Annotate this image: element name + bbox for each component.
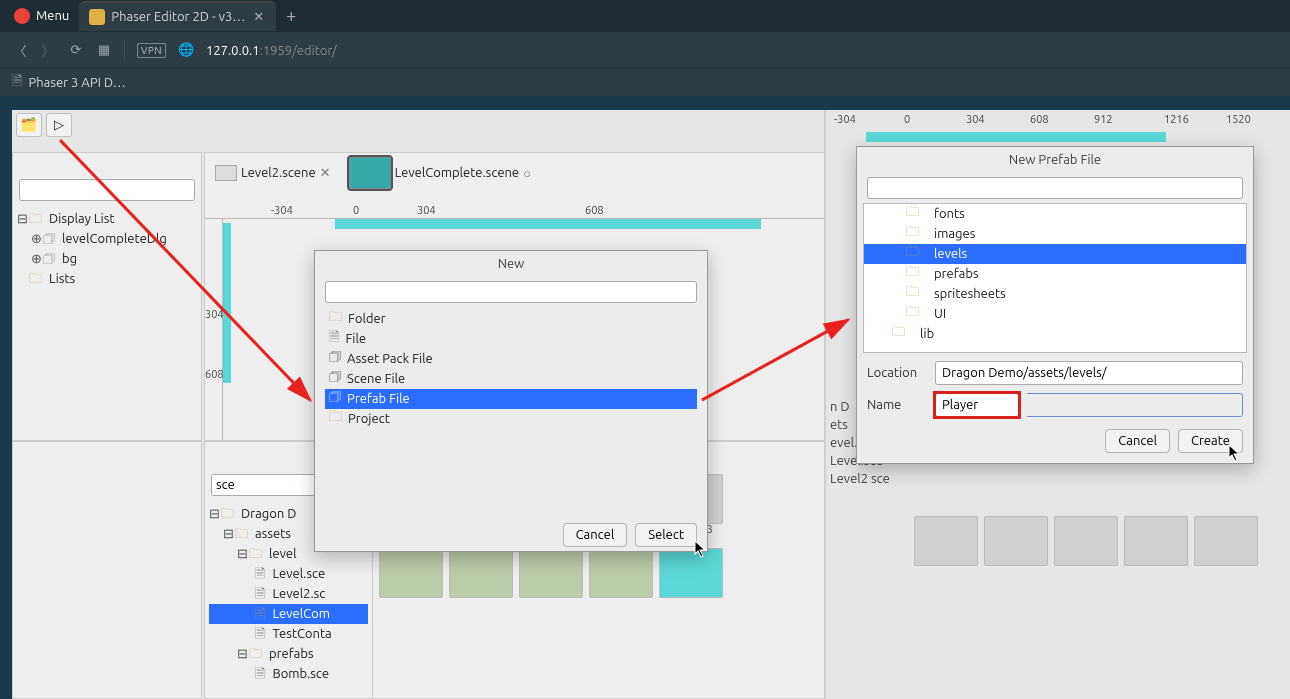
ruler-extent-r xyxy=(866,132,1166,142)
tab-bar: Menu Phaser Editor 2D - v3… ✕ + xyxy=(0,0,1290,32)
cancel-button[interactable]: Cancel xyxy=(1105,429,1170,453)
name-input-extend[interactable] xyxy=(1027,393,1243,417)
scene-tab-label: Level2.scene xyxy=(241,166,316,180)
list-item-assetpack[interactable]: 🗇Asset Pack File xyxy=(325,349,697,369)
tree-row: 🗀 Lists xyxy=(17,269,197,289)
tab-close-icon[interactable]: ✕ xyxy=(251,10,266,25)
address-text[interactable]: 127.0.0.1:1959/editor/ xyxy=(206,42,337,58)
forward-icon[interactable]: 〉 xyxy=(40,41,56,60)
scene-thumb xyxy=(349,157,391,189)
scene-tab-levelcomplete[interactable]: LevelComplete.scene ○ xyxy=(345,155,535,191)
scene-tabs: Level2.scene ✕ LevelComplete.scene ○ xyxy=(211,155,535,191)
tree-row: spritesheets xyxy=(864,284,1246,304)
prefab-folder-tree[interactable]: fonts images levels prefabs spritesheets… xyxy=(863,203,1247,353)
cursor-icon xyxy=(1228,444,1242,464)
ruler-extent xyxy=(335,219,761,229)
play-button[interactable]: ▷ xyxy=(46,113,72,137)
thumb-placeholder[interactable] xyxy=(914,516,978,566)
opera-icon xyxy=(14,8,30,24)
tree-row: prefabs xyxy=(864,264,1246,284)
dialog-buttons: Cancel Select xyxy=(315,515,707,557)
tree-row-selected: LevelCom xyxy=(209,604,368,624)
bookmark-item[interactable]: Phaser 3 API D… xyxy=(28,76,125,90)
menu-label: Menu xyxy=(36,9,69,23)
speed-dial-icon[interactable]: ▦ xyxy=(96,43,112,58)
tree-row: Level.sce xyxy=(209,564,368,584)
omnibar: 〈 〉 ⟳ ▦ VPN 🌐 127.0.0.1:1959/editor/ xyxy=(0,32,1290,68)
dialog-new: New Folder File 🗇Asset Pack File 🗇Scene … xyxy=(314,250,708,552)
cancel-button[interactable]: Cancel xyxy=(563,523,628,547)
thumb-placeholder[interactable] xyxy=(1194,516,1258,566)
scene-tab-label: LevelComplete.scene xyxy=(395,166,520,180)
tree-row: UI xyxy=(864,304,1246,324)
globe-icon: 🌐 xyxy=(178,43,194,58)
tree-row-selected: levels xyxy=(864,244,1246,264)
dialog-filter-input[interactable] xyxy=(325,281,697,303)
tab-title: Phaser Editor 2D - v3… xyxy=(111,10,245,24)
dialog-new-list[interactable]: Folder File 🗇Asset Pack File 🗇Scene File… xyxy=(325,309,697,509)
files-thumbs-r[interactable] xyxy=(908,510,1286,572)
outline-tree[interactable]: ⊟🗀 Display List ⊕🗇 levelCompleteDlg ⊕🗇 b… xyxy=(13,207,201,291)
tree-row: images xyxy=(864,224,1246,244)
thumb-placeholder[interactable] xyxy=(1054,516,1118,566)
list-item-project[interactable]: Project xyxy=(325,409,697,429)
tree-row: ⊟🗀 Display List xyxy=(17,209,197,229)
reload-icon[interactable]: ⟳ xyxy=(68,43,84,58)
tab-favicon xyxy=(89,9,105,25)
dialog-title: New Prefab File xyxy=(857,147,1253,173)
browser-chrome: Menu Phaser Editor 2D - v3… ✕ + 〈 〉 ⟳ ▦ … xyxy=(0,0,1290,96)
new-group-button[interactable]: 🗂️ xyxy=(16,113,42,137)
name-label: Name xyxy=(867,398,927,412)
tree-row: ⊟ prefabs xyxy=(209,644,368,664)
separator xyxy=(124,40,125,60)
tree-row: lib xyxy=(864,324,1246,344)
location-input[interactable] xyxy=(935,361,1243,385)
cursor-icon xyxy=(694,540,708,560)
thumb-placeholder[interactable] xyxy=(1124,516,1188,566)
list-item-file[interactable]: File xyxy=(325,329,697,349)
browser-tab[interactable]: Phaser Editor 2D - v3… ✕ xyxy=(79,1,276,31)
opera-menu-button[interactable]: Menu xyxy=(4,4,79,28)
new-tab-button[interactable]: + xyxy=(276,2,306,30)
list-item-folder[interactable]: Folder xyxy=(325,309,697,329)
thumb-placeholder[interactable] xyxy=(984,516,1048,566)
name-row: Name xyxy=(857,389,1253,421)
select-button[interactable]: Select xyxy=(635,523,697,547)
location-label: Location xyxy=(867,366,927,380)
sidebar-lower xyxy=(12,441,202,699)
location-row: Location xyxy=(857,357,1253,389)
bookmark-bar: 🗎 Phaser 3 API D… xyxy=(0,68,1290,96)
dialog-new-prefab: New Prefab File fonts images levels pref… xyxy=(856,146,1254,464)
tree-row: ⊕🗇 bg xyxy=(17,249,197,269)
scene-tab-level2[interactable]: Level2.scene ✕ xyxy=(211,163,335,183)
dialog-buttons: Cancel Create xyxy=(857,421,1253,463)
ruler-v-extent xyxy=(223,223,231,383)
close-icon[interactable]: ○ xyxy=(523,166,531,181)
list-item-prefab[interactable]: 🗇Prefab File xyxy=(325,389,697,409)
list-item-scene[interactable]: 🗇Scene File xyxy=(325,369,697,389)
tree-row: fonts xyxy=(864,204,1246,224)
outline-filter-input[interactable] xyxy=(19,179,195,201)
vpn-badge[interactable]: VPN xyxy=(137,43,166,58)
ruler-vertical: 304 608 xyxy=(205,219,223,440)
close-icon[interactable]: ✕ xyxy=(320,166,331,181)
tree-row: ⊕🗇 levelCompleteDlg xyxy=(17,229,197,249)
outline-panel: ⊟🗀 Display List ⊕🗇 levelCompleteDlg ⊕🗇 b… xyxy=(12,152,202,441)
dialog-filter-input[interactable] xyxy=(867,177,1243,199)
tree-row: Level2.sc xyxy=(209,584,368,604)
tree-row: Bomb.sce xyxy=(209,664,368,684)
document-icon: 🗎 xyxy=(12,72,22,94)
name-input[interactable] xyxy=(935,393,1019,417)
back-icon[interactable]: 〈 xyxy=(12,41,28,60)
scene-thumb xyxy=(215,165,237,181)
dialog-title: New xyxy=(315,251,707,277)
tree-row: TestConta xyxy=(209,624,368,644)
